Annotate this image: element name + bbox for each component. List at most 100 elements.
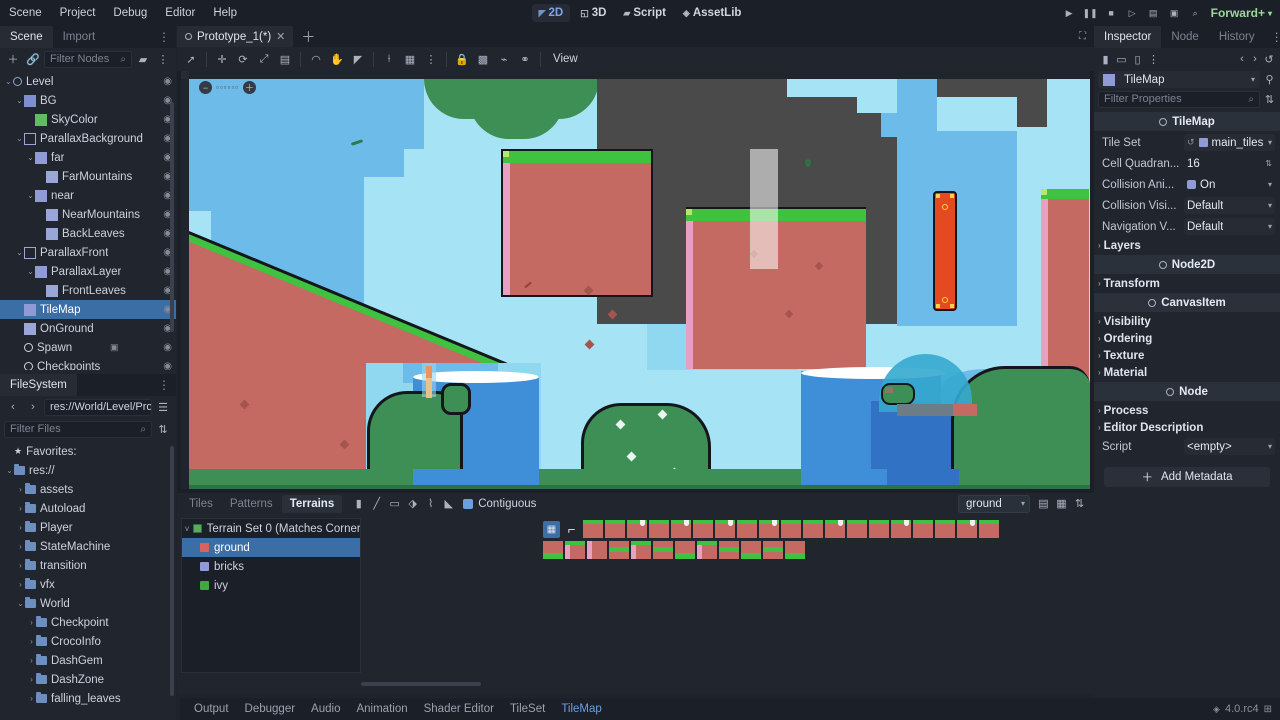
file-entry-transition[interactable]: ›transition: [0, 556, 176, 575]
select-tool-icon[interactable]: ➚: [181, 49, 201, 69]
node-script-icon[interactable]: ▣: [110, 342, 122, 353]
terrain-row-ground[interactable]: ground: [182, 538, 360, 557]
tree-expand-arrow[interactable]: ⌄: [16, 599, 25, 608]
path-icon[interactable]: ⌐: [564, 521, 579, 538]
filter-nodes-input[interactable]: Filter Nodes ⌕: [44, 51, 132, 68]
terrain-tile-swatch[interactable]: [565, 541, 585, 559]
terrain-tile-swatch[interactable]: [671, 520, 691, 538]
inspector-group-texture[interactable]: ›Texture: [1094, 347, 1280, 364]
tree-expand-arrow[interactable]: ⌄: [26, 267, 35, 276]
tree-expand-arrow[interactable]: ›: [16, 542, 25, 551]
magnify-icon[interactable]: ⌕: [1186, 4, 1205, 23]
inspector-prop-navigationv[interactable]: Navigation V...Default▾: [1094, 216, 1280, 237]
tree-expand-arrow[interactable]: ›: [16, 504, 25, 513]
scene-node-near[interactable]: ⌄near◉: [0, 186, 176, 205]
tab-filesystem[interactable]: FileSystem: [0, 374, 77, 396]
sort-icon[interactable]: ⇅: [154, 420, 172, 438]
inspector-prop-value-wrap[interactable]: 16⇅: [1184, 155, 1275, 172]
bottom-tab-output[interactable]: Output: [186, 700, 237, 718]
inspector-prop-collisionani[interactable]: Collision Ani...On▾: [1094, 174, 1280, 195]
ruler-measure-icon[interactable]: ◤: [348, 49, 368, 69]
pin-icon[interactable]: ⚲: [1263, 71, 1276, 89]
eraser-icon[interactable]: ◣: [440, 495, 457, 512]
file-tree[interactable]: ★Favorites:⌄res://›assets›Autoload›Playe…: [0, 440, 176, 716]
menu-editor[interactable]: Editor: [156, 4, 204, 22]
view-menu-button[interactable]: View: [546, 51, 585, 67]
terrain-tile-swatch[interactable]: [847, 520, 867, 538]
scene-node-nearmountains[interactable]: NearMountains◉: [0, 205, 176, 224]
file-entry-checkpoint[interactable]: ›Checkpoint: [0, 613, 176, 632]
scale-tool-icon[interactable]: ⤢: [254, 49, 274, 69]
menu-debug[interactable]: Debug: [104, 4, 156, 22]
tree-expand-arrow[interactable]: ›: [27, 618, 36, 627]
file-entry-favorites[interactable]: ★Favorites:: [0, 442, 176, 461]
contiguous-checkbox[interactable]: Contiguous: [463, 498, 536, 510]
skeleton-icon[interactable]: ⌁: [494, 49, 514, 69]
scene-dock-menu-icon[interactable]: ⋮: [152, 26, 176, 48]
version-indicator[interactable]: ◈ 4.0.rc4 ⊞: [1213, 703, 1280, 715]
file-entry-assets[interactable]: ›assets: [0, 480, 176, 499]
tab-history[interactable]: History: [1209, 26, 1265, 48]
scene-tree-kebab-icon[interactable]: ⋮: [154, 50, 172, 68]
inspector-group-layers[interactable]: ›Layers: [1094, 237, 1280, 254]
file-entry-vfx[interactable]: ›vfx: [0, 575, 176, 594]
chevron-down-icon[interactable]: ▾: [1268, 442, 1272, 451]
snap-icon[interactable]: ⟊: [379, 49, 399, 69]
bottom-tab-tilemap[interactable]: TileMap: [553, 700, 609, 718]
close-icon[interactable]: ✕: [276, 30, 285, 43]
scene-node-skycolor[interactable]: SkyColor◉: [0, 110, 176, 129]
pause-icon[interactable]: ❚❚: [1081, 4, 1100, 23]
terrain-tile-swatch[interactable]: [587, 541, 607, 559]
tilemap-panel-scrollbar[interactable]: [361, 682, 481, 686]
add-node-icon[interactable]: ＋: [4, 50, 22, 68]
all-corners-icon[interactable]: ▦: [543, 521, 560, 538]
history-icon[interactable]: ↺: [1262, 50, 1276, 68]
file-entry-world[interactable]: ⌄World: [0, 594, 176, 613]
terrain-tile-swatch[interactable]: [759, 520, 779, 538]
picker-icon[interactable]: ⌇: [422, 495, 439, 512]
chevron-down-icon[interactable]: ▾: [1268, 222, 1272, 231]
terrain-tile-grid[interactable]: ▦ ⌐: [543, 519, 1088, 674]
inspector-group-editor-description[interactable]: ›Editor Description: [1094, 419, 1280, 436]
instance-icon[interactable]: 🔗: [24, 50, 42, 68]
file-entry-dashzone[interactable]: ›DashZone: [0, 670, 176, 689]
menu-scene[interactable]: Scene: [0, 4, 51, 22]
scene-node-parallaxbackground[interactable]: ⌄ParallaxBackground◉: [0, 129, 176, 148]
plus-icon[interactable]: ＋: [243, 81, 256, 94]
inspector-property-list[interactable]: TileMapTile Set↺main_tiles▾Cell Quadran.…: [1094, 109, 1280, 459]
inspector-prop-collisionvisi[interactable]: Collision Visi...Default▾: [1094, 195, 1280, 216]
terrain-tile-swatch[interactable]: [737, 520, 757, 538]
grid-snap-icon[interactable]: ▦: [400, 49, 420, 69]
tab-patterns[interactable]: Patterns: [222, 495, 281, 513]
list-view-icon[interactable]: ▤: [1035, 495, 1052, 512]
chevron-left-icon[interactable]: ‹: [1236, 50, 1248, 68]
grid-view-icon[interactable]: ▦: [1053, 495, 1070, 512]
vertical-ruler[interactable]: [181, 71, 189, 489]
save-icon[interactable]: ▯: [1130, 50, 1145, 68]
tab-scene[interactable]: Scene: [0, 26, 53, 48]
scene-node-parallaxlayer[interactable]: ⌄ParallaxLayer◉: [0, 262, 176, 281]
bottom-tab-animation[interactable]: Animation: [348, 700, 415, 718]
terrain-tile-swatch[interactable]: [693, 520, 713, 538]
play-icon[interactable]: ▶: [1060, 4, 1079, 23]
terrain-tile-swatch[interactable]: [935, 520, 955, 538]
sort-icon[interactable]: ⇅: [1071, 495, 1088, 512]
movie-icon[interactable]: ▤: [1144, 4, 1163, 23]
tab-inspector[interactable]: Inspector: [1094, 26, 1161, 48]
2d-canvas[interactable]: − ▫▫▫▫▫▫ ＋: [181, 71, 1090, 489]
terrain-tile-swatch[interactable]: [785, 541, 805, 559]
terrain-tile-swatch[interactable]: [627, 520, 647, 538]
tree-expand-arrow[interactable]: ⌄: [15, 134, 24, 143]
inspector-prop-value-wrap[interactable]: <empty>▾: [1184, 438, 1275, 455]
tree-expand-arrow[interactable]: ⌄: [15, 248, 24, 257]
tree-expand-arrow[interactable]: ›: [16, 580, 25, 589]
tab-tiles[interactable]: Tiles: [181, 495, 221, 513]
scene-node-frontleaves[interactable]: FrontLeaves◉: [0, 281, 176, 300]
tree-expand-arrow[interactable]: ›: [27, 637, 36, 646]
bucket-icon[interactable]: ⬗: [404, 495, 421, 512]
filter-files-input[interactable]: Filter Files ⌕: [4, 421, 152, 438]
tab-node[interactable]: Node: [1161, 26, 1209, 48]
tree-expand-arrow[interactable]: ›: [27, 656, 36, 665]
move-tool-icon[interactable]: ✛: [212, 49, 232, 69]
tree-expand-arrow[interactable]: ⌄: [4, 77, 13, 86]
